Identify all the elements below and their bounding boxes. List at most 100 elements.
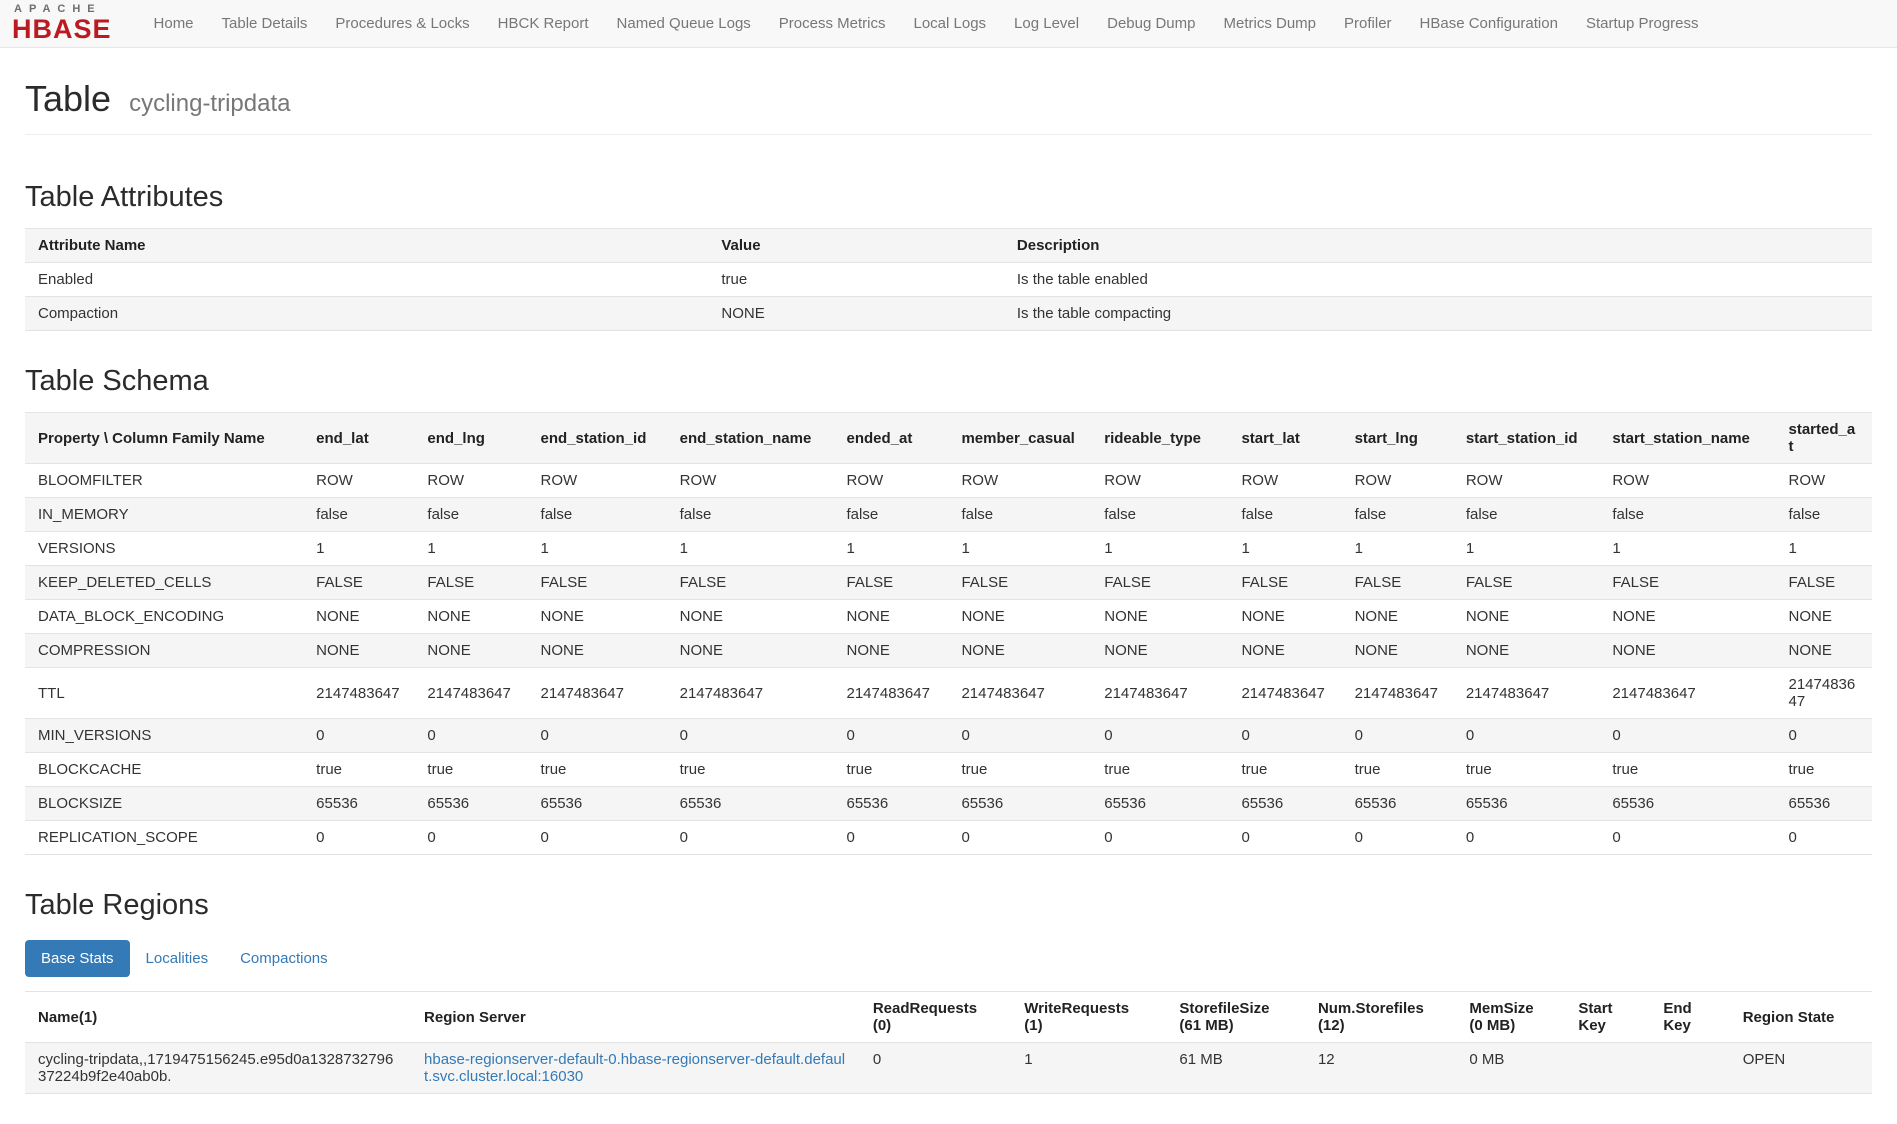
table-schema: Property \ Column Family Nameend_latend_… [25, 412, 1872, 855]
region-tab-link[interactable]: Base Stats [25, 940, 130, 977]
column-header-sortable[interactable]: MemSize (0 MB) [1456, 992, 1565, 1043]
column-header-sortable[interactable]: Start Key [1565, 992, 1650, 1043]
region-storefile-size-cell: 61 MB [1166, 1043, 1305, 1094]
table-row: COMPRESSIONNONENONENONENONENONENONENONEN… [25, 634, 1872, 668]
schema-value-cell: 1 [1342, 532, 1453, 566]
column-header-label: StorefileSize (61 MB) [1179, 1000, 1288, 1034]
region-num-storefiles-cell: 12 [1305, 1043, 1456, 1094]
table-attributes-heading: Table Attributes [25, 181, 1872, 214]
region-tab-link[interactable]: Compactions [224, 940, 344, 977]
column-header-sortable[interactable]: Num.Storefiles (12) [1305, 992, 1456, 1043]
schema-value-cell: 65536 [1228, 787, 1341, 821]
schema-value-cell: NONE [1228, 600, 1341, 634]
column-header-label: Num.Storefiles (12) [1318, 1000, 1439, 1034]
schema-value-cell: false [303, 498, 414, 532]
schema-value-cell: NONE [1775, 634, 1872, 668]
schema-value-cell: false [834, 498, 949, 532]
column-header-sortable[interactable]: End Key [1650, 992, 1729, 1043]
navbar-link-log-level[interactable]: Log Level [1000, 1, 1093, 46]
region-server-link[interactable]: hbase-regionserver-default-0.hbase-regio… [424, 1051, 845, 1085]
navbar-link-local-logs[interactable]: Local Logs [899, 1, 1000, 46]
column-header-label: Region State [1743, 1009, 1835, 1026]
column-header-sortable[interactable]: StorefileSize (61 MB) [1166, 992, 1305, 1043]
navbar-link-home[interactable]: Home [140, 1, 208, 46]
table-row: BLOCKCACHEtruetruetruetruetruetruetruetr… [25, 753, 1872, 787]
schema-value-cell: NONE [834, 634, 949, 668]
navbar-link-named-queue-logs[interactable]: Named Queue Logs [603, 1, 765, 46]
header-row: Name(1) Region ServerReadRequests (0)Writ… [25, 992, 1872, 1043]
column-header-label: Start Key [1578, 1000, 1633, 1034]
navbar-link-metrics-dump[interactable]: Metrics Dump [1210, 1, 1331, 46]
schema-value-cell: 0 [1453, 821, 1600, 855]
base-stats-pane: Name(1) Region ServerReadRequests (0)Writ… [25, 991, 1872, 1094]
schema-value-cell: FALSE [1453, 566, 1600, 600]
schema-value-cell: 0 [1453, 719, 1600, 753]
column-header-family: start_station_name [1599, 413, 1775, 464]
schema-value-cell: 2147483647 [1599, 668, 1775, 719]
schema-value-cell: 0 [528, 719, 667, 753]
schema-value-cell: 1 [667, 532, 834, 566]
schema-value-cell: 2147483647 [667, 668, 834, 719]
schema-value-cell: 0 [948, 821, 1091, 855]
column-header-sortable[interactable]: Region Server [411, 992, 860, 1043]
schema-value-cell: NONE [1228, 634, 1341, 668]
column-header-family: started_at [1775, 413, 1872, 464]
header-row: Property \ Column Family Nameend_latend_… [25, 413, 1872, 464]
schema-value-cell: 2147483647 [1775, 668, 1872, 719]
navbar-link-startup-progress[interactable]: Startup Progress [1572, 1, 1713, 46]
navbar-link-hbase-configuration[interactable]: HBase Configuration [1406, 1, 1572, 46]
schema-value-cell: ROW [948, 464, 1091, 498]
column-header-sortable[interactable]: Name(1) [25, 992, 411, 1043]
schema-value-cell: FALSE [667, 566, 834, 600]
schema-value-cell: FALSE [1599, 566, 1775, 600]
schema-value-cell: NONE [528, 600, 667, 634]
schema-value-cell: 0 [414, 821, 527, 855]
schema-value-cell: true [1228, 753, 1341, 787]
schema-value-cell: 0 [528, 821, 667, 855]
schema-property-cell: MIN_VERSIONS [25, 719, 303, 753]
column-header: Attribute Name [25, 229, 708, 263]
schema-value-cell: true [1342, 753, 1453, 787]
column-header: Value [708, 229, 1004, 263]
page-title: Table cycling-tripdata [25, 78, 1872, 120]
schema-value-cell: true [1775, 753, 1872, 787]
column-header-sortable[interactable]: ReadRequests (0) [860, 992, 1011, 1043]
page-title-text: Table [25, 78, 111, 119]
schema-value-cell: true [303, 753, 414, 787]
table-schema-heading: Table Schema [25, 365, 1872, 398]
navbar-link-hbck-report[interactable]: HBCK Report [484, 1, 603, 46]
navbar-item: Local Logs [899, 1, 1000, 46]
column-header-label: Name(1) [38, 1009, 97, 1026]
navbar-link-debug-dump[interactable]: Debug Dump [1093, 1, 1209, 46]
schema-value-cell: 0 [834, 821, 949, 855]
schema-value-cell: ROW [1228, 464, 1341, 498]
schema-value-cell: 0 [667, 719, 834, 753]
schema-value-cell: NONE [1342, 634, 1453, 668]
schema-value-cell: 2147483647 [948, 668, 1091, 719]
schema-value-cell: 65536 [1599, 787, 1775, 821]
schema-value-cell: FALSE [1091, 566, 1228, 600]
table-row: DATA_BLOCK_ENCODINGNONENONENONENONENONEN… [25, 600, 1872, 634]
navbar-link-profiler[interactable]: Profiler [1330, 1, 1406, 46]
schema-value-cell: NONE [1599, 600, 1775, 634]
table-row: VERSIONS111111111111 [25, 532, 1872, 566]
column-header-sortable[interactable]: Region State [1730, 992, 1872, 1043]
region-row: cycling-tripdata,,1719475156245.e95d0a13… [25, 1043, 1872, 1094]
region-region-state-cell: OPEN [1730, 1043, 1872, 1094]
schema-value-cell: true [414, 753, 527, 787]
column-header-sortable[interactable]: WriteRequests (1) [1011, 992, 1166, 1043]
schema-property-cell: IN_MEMORY [25, 498, 303, 532]
schema-value-cell: NONE [1453, 634, 1600, 668]
region-mem-size-cell: 0 MB [1456, 1043, 1565, 1094]
navbar-item: Procedures & Locks [321, 1, 483, 46]
schema-value-cell: 2147483647 [834, 668, 949, 719]
region-tab-link[interactable]: Localities [130, 940, 225, 977]
navbar-link-process-metrics[interactable]: Process Metrics [765, 1, 900, 46]
schema-value-cell: false [1091, 498, 1228, 532]
schema-value-cell: 0 [414, 719, 527, 753]
hbase-logo[interactable]: APACHE HBASE [12, 4, 112, 43]
navbar-link-procedures-locks[interactable]: Procedures & Locks [321, 1, 483, 46]
navbar-link-table-details[interactable]: Table Details [208, 1, 322, 46]
header-row: Attribute NameValueDescription [25, 229, 1872, 263]
table-row: CompactionNONEIs the table compacting [25, 297, 1872, 331]
